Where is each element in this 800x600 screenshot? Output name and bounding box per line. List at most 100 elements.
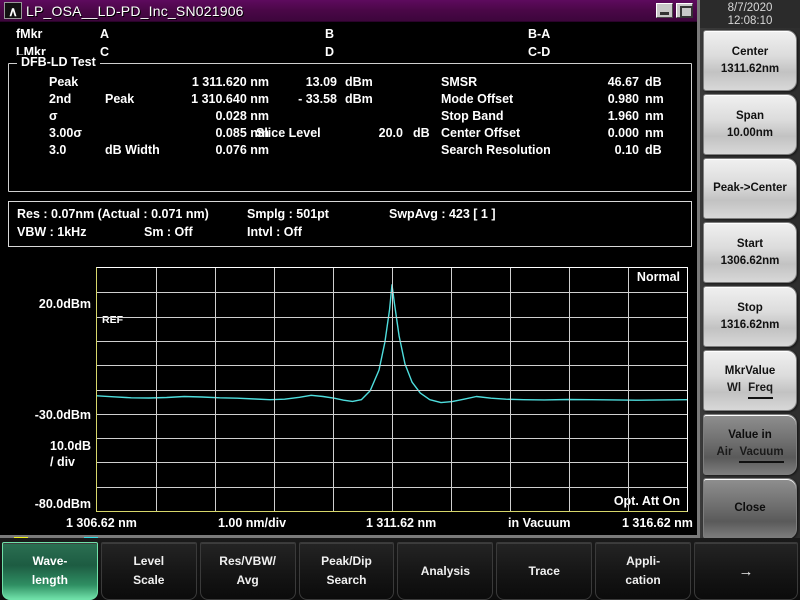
menu-tab-analysis[interactable]: Analysis	[397, 542, 493, 600]
softkey-option-freq[interactable]: Freq	[748, 380, 773, 399]
y-axis-per-div-line1: 10.0dB	[50, 438, 91, 454]
search-resolution-unit: dB	[645, 142, 662, 159]
menu-tab-line2: length	[32, 571, 68, 590]
menu-tab-trace[interactable]: Trace	[496, 542, 592, 600]
peak-level: 13.09	[281, 74, 337, 91]
window-client-area: fMkr A B B-A LMkr C D C-D DFB-LD Test Pe…	[0, 22, 697, 60]
horizontal-gridline	[97, 462, 687, 463]
menu-tab-appli-cation[interactable]: Appli-cation	[595, 542, 691, 600]
fmkr-label: fMkr	[16, 25, 42, 43]
softkey-start[interactable]: Start1306.62nm	[703, 222, 797, 283]
menu-tab-peak-dip-search[interactable]: Peak/DipSearch	[299, 542, 395, 600]
softkey-peak-center[interactable]: Peak->Center	[703, 158, 797, 219]
softkey-option-vacuum[interactable]: Vacuum	[739, 444, 783, 463]
marker-d-label[interactable]: D	[325, 43, 334, 61]
slice-level-value: 20.0	[361, 125, 403, 142]
smsr-label: SMSR	[441, 74, 477, 91]
smsr-value: 46.67	[569, 74, 639, 91]
smoothing-setting[interactable]: Sm : Off	[144, 224, 193, 241]
softkey-close[interactable]: Close	[703, 478, 797, 539]
stop-band-label: Stop Band	[441, 108, 504, 125]
softkey-value: 10.00nm	[727, 125, 773, 142]
peak-label: Peak	[49, 74, 78, 91]
horizontal-gridline	[97, 390, 687, 391]
softkey-label: Close	[734, 500, 765, 517]
ref-level-marker: REF	[100, 314, 125, 326]
marker-a-label[interactable]: A	[100, 25, 109, 43]
bottom-menu-bar: Wave-lengthLevelScaleRes/VBW/AvgPeak/Dip…	[0, 538, 800, 600]
x-axis-medium-label: in Vacuum	[508, 516, 571, 530]
second-peak-wavelength: 1 310.640 nm	[177, 91, 269, 108]
horizontal-gridline	[97, 487, 687, 488]
slice-level-label: Slice Level	[256, 125, 321, 142]
plot-area[interactable]: Normal Opt. Att On REF	[96, 267, 688, 512]
softkey-center[interactable]: Center1311.62nm	[703, 30, 797, 91]
marker-b-label[interactable]: B	[325, 25, 334, 43]
horizontal-gridline	[97, 341, 687, 342]
stop-band-unit: nm	[645, 108, 664, 125]
center-offset-value: 0.000	[569, 125, 639, 142]
resolution-setting[interactable]: Res : 0.07nm (Actual : 0.071 nm)	[17, 206, 209, 223]
x-axis-start-label: 1 306.62 nm	[66, 516, 137, 530]
maximize-button[interactable]	[676, 3, 693, 18]
softkey-mkrvalue[interactable]: MkrValueWl Freq	[703, 350, 797, 411]
menu-tab-line2: Scale	[133, 571, 164, 590]
softkey-span[interactable]: Span10.00nm	[703, 94, 797, 155]
second-peak-level-unit: dBm	[345, 91, 373, 108]
softkey-stop[interactable]: Stop1316.62nm	[703, 286, 797, 347]
osa-application: ∧ LP_OSA__LD-PD_Inc_SN021906 fMkr A B B-…	[0, 0, 800, 600]
marker-c-label[interactable]: C	[100, 43, 109, 61]
softkey-value-in[interactable]: Value inAir Vacuum	[703, 414, 797, 475]
softkey-label: MkrValue	[725, 363, 776, 380]
search-resolution-label: Search Resolution	[441, 142, 551, 159]
sweep-average-setting[interactable]: SwpAvg : 423 [ 1 ]	[389, 206, 496, 223]
sampling-setting[interactable]: Smplg : 501pt	[247, 206, 329, 223]
softkey-value: 1316.62nm	[721, 317, 780, 334]
vbw-setting[interactable]: VBW : 1kHz	[17, 224, 86, 241]
menu-tab-line1: Analysis	[421, 562, 470, 581]
interval-setting[interactable]: Intvl : Off	[247, 224, 302, 241]
menu-tab-line1: Level	[133, 552, 164, 571]
y-axis-bottom-label: -80.0dBm	[35, 497, 91, 511]
second-peak-label: 2nd	[49, 91, 71, 108]
sigma-label: σ	[49, 108, 58, 125]
app-logo-icon: ∧	[4, 2, 22, 19]
window-controls	[656, 3, 693, 18]
y-axis-mid-label: -30.0dBm	[35, 408, 91, 422]
sweep-settings-box: Res : 0.07nm (Actual : 0.071 nm) Smplg :…	[8, 201, 692, 247]
menu-tab-level-scale[interactable]: LevelScale	[101, 542, 197, 600]
horizontal-gridline	[97, 414, 687, 415]
marker-b-a-label[interactable]: B-A	[528, 25, 550, 43]
menu-tab-line1: →	[739, 562, 754, 581]
marker-header: fMkr A B B-A LMkr C D C-D	[0, 22, 697, 60]
menu-tab-next-page[interactable]: →	[694, 542, 798, 600]
second-peak-level: - 33.58	[281, 91, 337, 108]
clock-time: 12:08:10	[700, 15, 800, 28]
softkey-option-air[interactable]: Air	[716, 444, 732, 461]
x-axis-stop-label: 1 316.62 nm	[622, 516, 693, 530]
menu-tab-wave-length[interactable]: Wave-length	[2, 542, 98, 600]
softkey-option-wl[interactable]: Wl	[727, 380, 741, 397]
softkey-label: Value in	[728, 427, 771, 444]
softkey-label: Span	[736, 108, 764, 125]
menu-tab-line2: cation	[625, 571, 660, 590]
softkey-options: Wl Freq	[727, 380, 773, 399]
group-legend: DFB-LD Test	[17, 55, 100, 69]
spectrum-graph: 20.0dBm -30.0dBm 10.0dB / div -80.0dBm N…	[0, 254, 700, 560]
menu-tab-res-vbw-avg[interactable]: Res/VBW/Avg	[200, 542, 296, 600]
marker-c-d-label[interactable]: C-D	[528, 43, 550, 61]
measurement-table: Peak 1 311.620 nm 13.09 dBm 2nd Peak 1 3…	[9, 74, 691, 201]
horizontal-gridline	[97, 438, 687, 439]
x-axis-perdiv-label: 1.00 nm/div	[218, 516, 286, 530]
stop-band-value: 1.960	[569, 108, 639, 125]
softkey-options: Air Vacuum	[716, 444, 783, 463]
center-offset-label: Center Offset	[441, 125, 520, 142]
menu-tab-line1: Res/VBW/	[219, 552, 276, 571]
menu-tab-line1: Trace	[529, 562, 560, 581]
y-axis: 20.0dBm -30.0dBm 10.0dB / div -80.0dBm	[0, 254, 96, 516]
attenuator-note: Opt. Att On	[612, 494, 682, 508]
osa-window: ∧ LP_OSA__LD-PD_Inc_SN021906 fMkr A B B-…	[0, 0, 700, 538]
minimize-button[interactable]	[656, 3, 673, 18]
second-peak-label2: Peak	[105, 91, 134, 108]
softkey-value: 1311.62nm	[721, 61, 779, 78]
